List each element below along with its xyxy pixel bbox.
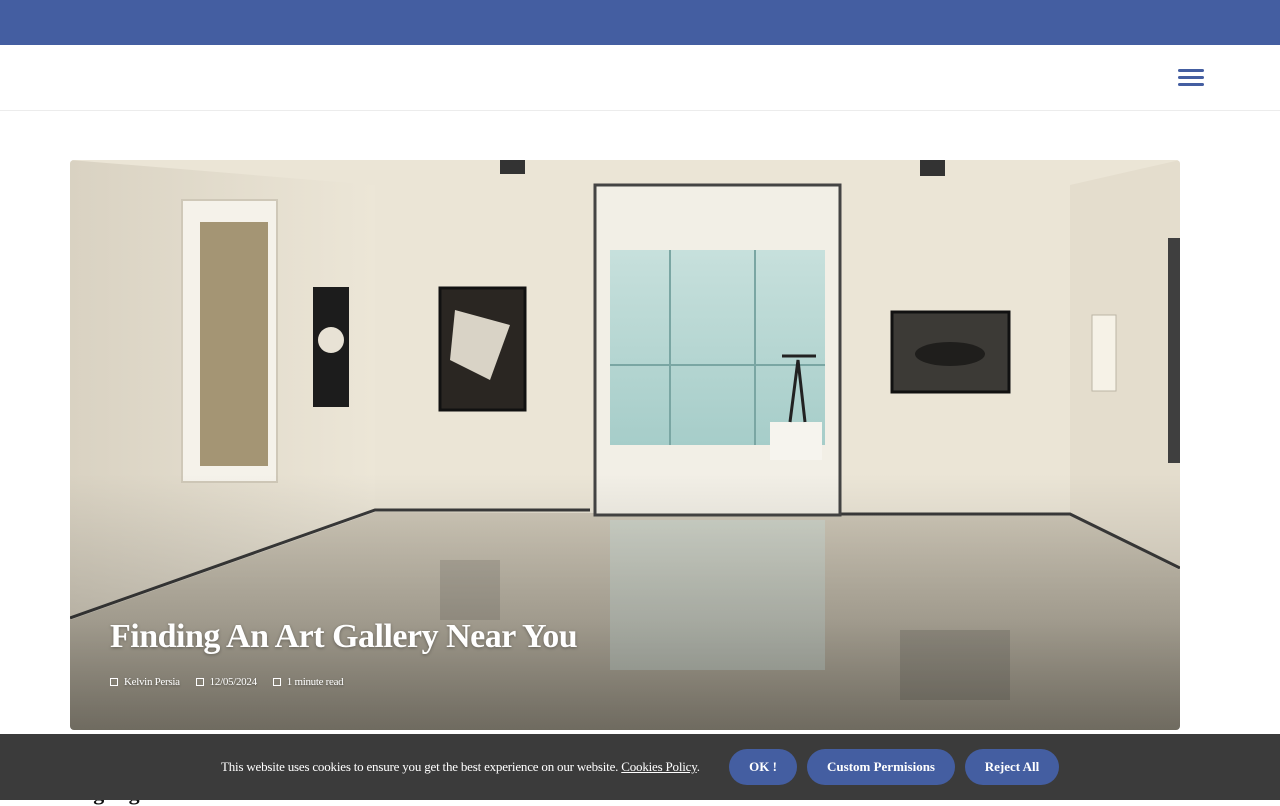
meta-author[interactable]: Kelvin Persia — [110, 676, 180, 688]
post-date: 12/05/2024 — [209, 676, 257, 688]
meta-date: 12/05/2024 — [195, 676, 257, 688]
cookie-message: This website uses cookies to ensure you … — [221, 759, 700, 775]
cookie-message-text: This website uses cookies to ensure you … — [221, 759, 619, 774]
cookie-period: . — [696, 759, 700, 774]
author-name[interactable]: Kelvin Persia — [124, 676, 180, 688]
top-bar — [0, 0, 1280, 45]
cookie-banner: This website uses cookies to ensure you … — [0, 734, 1280, 800]
site-header — [0, 45, 1280, 111]
read-time: 1 minute read — [286, 676, 344, 688]
calendar-icon — [195, 678, 204, 686]
hero-card[interactable]: Finding An Art Gallery Near You Kelvin P… — [70, 160, 1180, 730]
post-meta: Kelvin Persia 12/05/2024 1 minute read — [110, 676, 344, 688]
user-icon — [110, 678, 118, 686]
cookies-policy-link[interactable]: Cookies Policy — [621, 759, 697, 774]
custom-permissions-button[interactable]: Custom Permisions — [807, 749, 955, 785]
hamburger-menu-icon[interactable] — [1176, 67, 1206, 89]
reject-all-button[interactable]: Reject All — [965, 749, 1059, 785]
meta-read-time: 1 minute read — [272, 676, 344, 688]
ok-button[interactable]: OK ! — [729, 749, 797, 785]
clock-icon — [272, 678, 281, 686]
post-title[interactable]: Finding An Art Gallery Near You — [110, 618, 578, 656]
